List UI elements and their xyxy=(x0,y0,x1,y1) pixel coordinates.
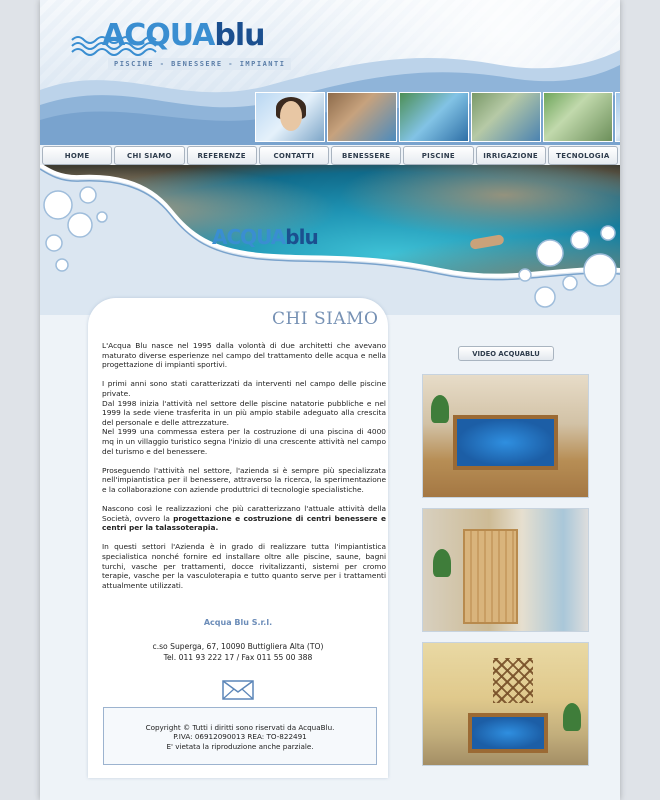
paragraph-history-3: Nel 1999 una commessa estera per la cost… xyxy=(102,427,386,456)
paragraph-activities: Nascono così le realizzazioni che più ca… xyxy=(102,504,386,533)
thumb-hot-tub xyxy=(327,92,397,142)
company-address: c.so Superga, 67, 10090 Buttigliera Alta… xyxy=(88,641,388,663)
thumb-irrigation xyxy=(543,92,613,142)
reproduction-line: E' vietata la riproduzione anche parzial… xyxy=(166,741,314,751)
nav-chi-siamo[interactable]: CHI SIAMO xyxy=(114,146,185,165)
nav-tecnologia[interactable]: TECNOLOGIA xyxy=(547,146,618,165)
thumb-face xyxy=(280,101,302,131)
paragraph-intro: L'Acqua Blu nasce nel 1995 dalla volontà… xyxy=(102,341,386,370)
vat-line: P.IVA: 06912090013 REA: TO-822491 xyxy=(173,732,307,742)
nav-benessere[interactable]: BENESSERE xyxy=(331,146,402,165)
paragraph-specialization: Proseguendo l'attività nel settore, l'az… xyxy=(102,465,386,494)
envelope-icon[interactable] xyxy=(222,680,254,700)
main-nav: HOME CHI SIAMO REFERENZE CONTATTI BENESS… xyxy=(42,146,618,165)
photo-plant xyxy=(433,549,451,577)
tagline: PISCINE - BENESSERE - IMPIANTI xyxy=(108,58,292,70)
logo-part1: ACQUA xyxy=(102,18,215,53)
phone-line: Tel. 011 93 222 17 / Fax 011 55 00 388 xyxy=(163,653,313,662)
header: ACQUAblu PISCINE - BENESSERE - IMPIANTI xyxy=(40,0,620,145)
copyright-line: Copyright © Tutti i diritti sono riserva… xyxy=(145,723,335,732)
photo-lattice xyxy=(493,658,533,703)
paragraph-history-1: I primi anni sono stati caratterizzati d… xyxy=(102,379,386,398)
thumb-receptionist xyxy=(255,92,325,142)
photo-sauna xyxy=(463,529,518,624)
photo-hot-tub[interactable] xyxy=(422,374,589,498)
thumb-pool-tech xyxy=(615,92,620,142)
banner-logo-part2: blu xyxy=(285,225,318,249)
photo-tub xyxy=(468,713,548,753)
logo-part2: blu xyxy=(214,18,265,53)
thumb-pool-yard xyxy=(471,92,541,142)
photo-tub xyxy=(453,415,558,470)
hero-banner: ACQUAblu xyxy=(40,165,620,315)
page: ACQUAblu PISCINE - BENESSERE - IMPIANTI … xyxy=(40,0,620,800)
photo-plant xyxy=(431,395,449,423)
paragraph-services: In questi settori l'Azienda è in grado d… xyxy=(102,542,386,590)
nav-irrigazione[interactable]: IRRIGAZIONE xyxy=(475,146,546,165)
header-thumbnails xyxy=(255,92,620,142)
banner-logo-part1: ACQUA xyxy=(212,225,286,249)
photo-spa-terrace[interactable] xyxy=(422,642,589,766)
video-button[interactable]: VIDEO ACQUABLU xyxy=(458,346,554,361)
page-title: CHI SIAMO xyxy=(272,309,379,329)
nav-referenze[interactable]: REFERENZE xyxy=(186,146,257,165)
thumb-pool-garden xyxy=(399,92,469,142)
copyright-box: Copyright © Tutti i diritti sono riserva… xyxy=(103,707,377,765)
logo-text: ACQUAblu xyxy=(102,18,266,53)
paragraph-history: I primi anni sono stati caratterizzati d… xyxy=(102,379,386,456)
photo-sauna-room[interactable] xyxy=(422,508,589,632)
about-text: L'Acqua Blu nasce nel 1995 dalla volontà… xyxy=(102,341,386,600)
nav-piscine[interactable]: PISCINE xyxy=(403,146,474,165)
banner-logo: ACQUAblu xyxy=(212,225,319,249)
banner-frame xyxy=(40,165,620,315)
paragraph-history-2: Dal 1998 inizia l'attività nel settore d… xyxy=(102,398,386,427)
address-line: c.so Superga, 67, 10090 Buttigliera Alta… xyxy=(152,642,324,651)
nav-contatti[interactable]: CONTATTI xyxy=(258,146,329,165)
logo[interactable]: ACQUAblu xyxy=(70,10,266,56)
company-name: Acqua Blu S.r.l. xyxy=(203,618,273,627)
nav-home[interactable]: HOME xyxy=(42,146,113,165)
photo-plant xyxy=(563,703,581,731)
